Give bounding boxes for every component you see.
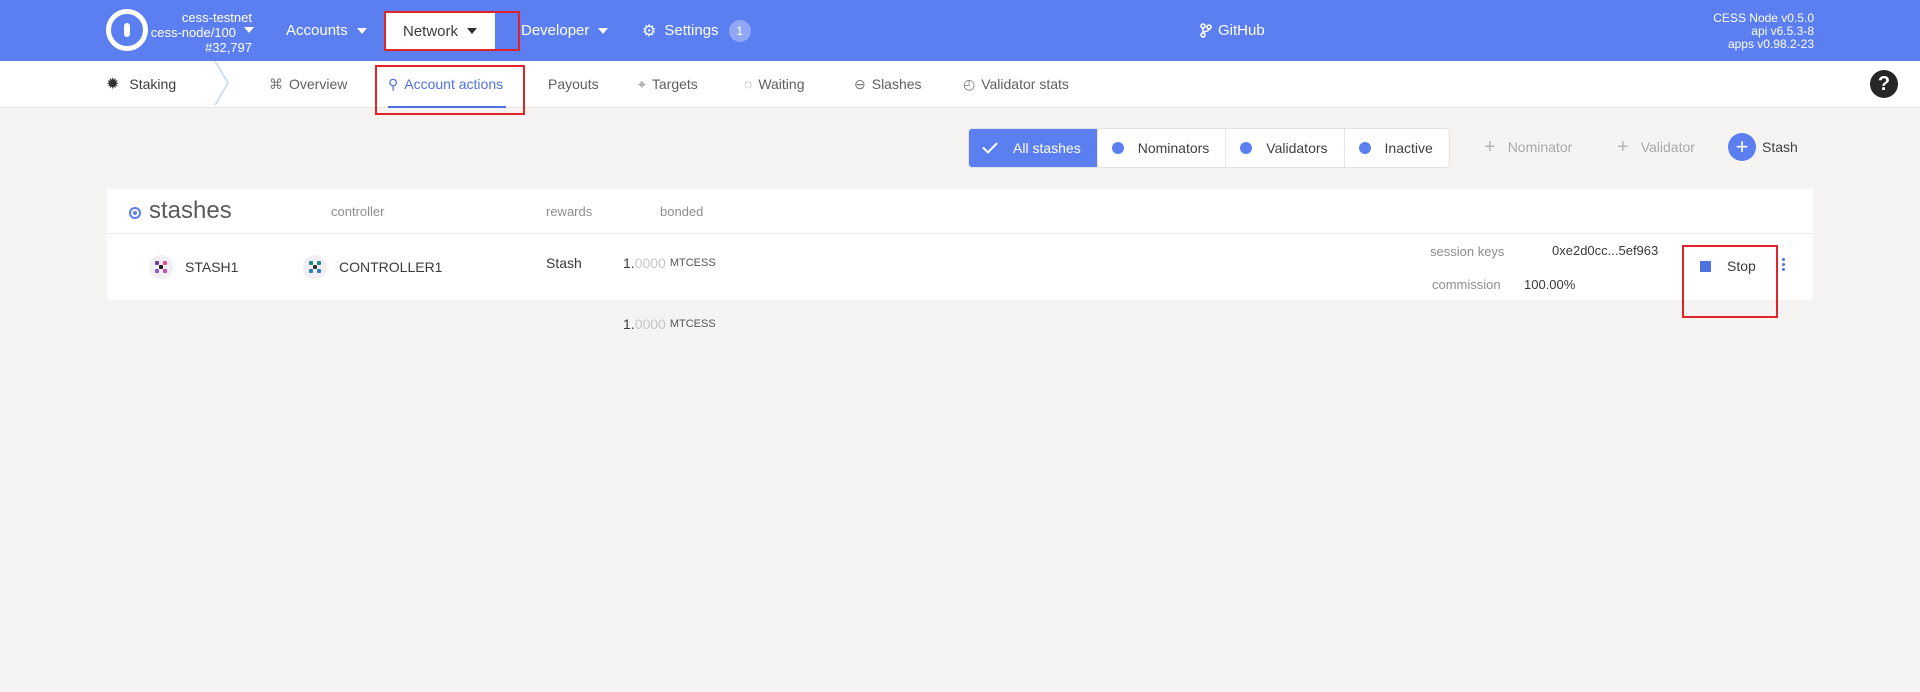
tab-payouts[interactable]: Payouts (548, 61, 599, 107)
chain-selector[interactable]: cess-testnet cess-node/100 #32,797 (150, 10, 254, 55)
controller-identicon-icon (303, 255, 327, 279)
filter-nominators-label: Nominators (1137, 140, 1210, 156)
target-dot-icon (129, 207, 141, 219)
staking-gear-icon: ✹ (106, 76, 120, 93)
tab-waiting[interactable]: ◌ Waiting (744, 61, 805, 107)
commission-label: commission (1432, 277, 1501, 292)
menu-accounts[interactable]: Accounts (286, 0, 367, 61)
controller-account[interactable]: CONTROLLER1 (303, 255, 442, 279)
add-stash-label: Stash (1762, 139, 1798, 155)
plus-icon: + (1617, 135, 1629, 158)
table-row: STASH1 CONTROLLER1 Stash 1. 0000 MTCESS … (107, 234, 1813, 300)
filter-validators-label: Validators (1266, 140, 1328, 156)
settings-badge: 1 (728, 19, 751, 42)
dot-icon (1240, 142, 1253, 154)
commission-value: 100.00% (1524, 277, 1576, 292)
tab-staking-section[interactable]: ✹ Staking (106, 61, 176, 107)
minus-circle-icon: ⊖ (854, 75, 866, 92)
session-keys-label: session keys (1430, 244, 1505, 259)
tab-payouts-label: Payouts (548, 76, 599, 92)
chain-chevron-down-icon (244, 27, 254, 33)
help-icon[interactable]: ? (1870, 70, 1898, 98)
total-int: 1. (623, 316, 635, 332)
crosshair-icon: ⌖ (638, 75, 646, 92)
session-keys-value[interactable]: 0xe2d0cc...5ef963 (1552, 243, 1658, 258)
tab-targets[interactable]: ⌖ Targets (638, 61, 698, 107)
filter-nominators[interactable]: Nominators (1096, 129, 1226, 167)
tab-waiting-label: Waiting (758, 76, 805, 92)
more-options-icon[interactable] (1782, 258, 1786, 273)
add-stash-button[interactable]: + Stash (1728, 132, 1798, 162)
chevron-down-icon (356, 27, 367, 34)
section-label: Staking (129, 76, 177, 92)
add-validator-button[interactable]: + Validator (1617, 128, 1695, 166)
chart-circle-icon: ◴ (963, 75, 976, 92)
apps-version: apps v0.98.2-23 (1727, 37, 1814, 51)
node-name: cess-node/100 (150, 25, 236, 40)
tab-slashes-label: Slashes (871, 76, 922, 92)
app-logo-icon[interactable] (106, 9, 148, 51)
chevron-down-icon (598, 27, 609, 34)
stash-name: STASH1 (185, 259, 239, 275)
add-nominator-label: Nominator (1507, 139, 1573, 155)
bonded-int: 1. (623, 255, 635, 271)
bonded-total: 1. 0000 MTCESS (623, 316, 716, 332)
staking-tabs-bar: ✹ Staking ⌘ Overview ⚲ Account actions P… (0, 61, 1920, 108)
tab-overview[interactable]: ⌘ Overview (269, 61, 347, 107)
table-header: stashes controller rewards bonded (107, 189, 1813, 234)
stash-identicon-icon (149, 255, 173, 279)
plus-icon: + (1484, 135, 1496, 158)
header-rewards: rewards (546, 203, 593, 219)
filter-all-stashes-label: All stashes (1013, 140, 1081, 156)
controller-name: CONTROLLER1 (339, 259, 443, 275)
stash-filter-toggle: All stashes Nominators Validators Inacti… (968, 128, 1450, 168)
grid-icon: ⌘ (269, 75, 283, 92)
highlight-box-stop (1682, 245, 1778, 318)
rewards-destination: Stash (546, 255, 582, 271)
total-frac: 0000 (634, 316, 666, 332)
highlight-box-network (384, 11, 520, 51)
menu-settings-label: Settings (664, 22, 719, 39)
plus-circle-icon: + (1728, 133, 1756, 161)
breadcrumb-chevron-icon (214, 61, 229, 105)
check-icon (982, 138, 998, 154)
filter-validators[interactable]: Validators (1225, 129, 1343, 167)
git-branch-icon (1200, 23, 1212, 38)
filter-inactive[interactable]: Inactive (1343, 129, 1449, 167)
filter-inactive-label: Inactive (1384, 140, 1433, 156)
github-link[interactable]: GitHub (1200, 0, 1265, 61)
version-info: CESS Node v0.5.0 api v6.5.3-8 apps v0.98… (1713, 12, 1814, 51)
add-validator-label: Validator (1640, 139, 1695, 155)
tab-validator-stats-label: Validator stats (981, 76, 1069, 92)
spinner-icon: ◌ (744, 76, 753, 92)
dot-icon (1358, 142, 1371, 154)
add-nominator-button[interactable]: + Nominator (1484, 128, 1572, 166)
tab-overview-label: Overview (289, 76, 348, 92)
bonded-unit: MTCESS (669, 257, 716, 269)
tab-slashes[interactable]: ⊖ Slashes (854, 61, 922, 107)
github-label: GitHub (1218, 22, 1265, 39)
filter-all-stashes[interactable]: All stashes (969, 129, 1097, 167)
stash-account[interactable]: STASH1 (149, 255, 238, 279)
menu-accounts-label: Accounts (286, 22, 348, 39)
bonded-frac: 0000 (634, 255, 666, 271)
highlight-box-account-actions (375, 65, 525, 115)
menu-developer[interactable]: Developer (521, 0, 609, 61)
menu-settings[interactable]: ⚙ Settings 1 (642, 0, 751, 61)
top-navbar: cess-testnet cess-node/100 #32,797 Accou… (0, 0, 1920, 61)
stashes-table: stashes controller rewards bonded STASH1 (107, 189, 1813, 300)
table-title-label: stashes (149, 197, 232, 224)
menu-developer-label: Developer (521, 22, 590, 39)
total-unit: MTCESS (669, 318, 716, 330)
bonded-amount: 1. 0000 MTCESS (623, 255, 716, 271)
block-number: #32,797 (205, 40, 252, 55)
gears-icon: ⚙ (642, 22, 657, 40)
header-controller: controller (331, 203, 385, 219)
dot-icon (1111, 142, 1124, 154)
header-bonded: bonded (660, 203, 704, 219)
tab-validator-stats[interactable]: ◴ Validator stats (963, 61, 1069, 107)
table-title: stashes (129, 189, 232, 233)
chain-name: cess-testnet (181, 10, 252, 25)
tab-targets-label: Targets (651, 76, 698, 92)
